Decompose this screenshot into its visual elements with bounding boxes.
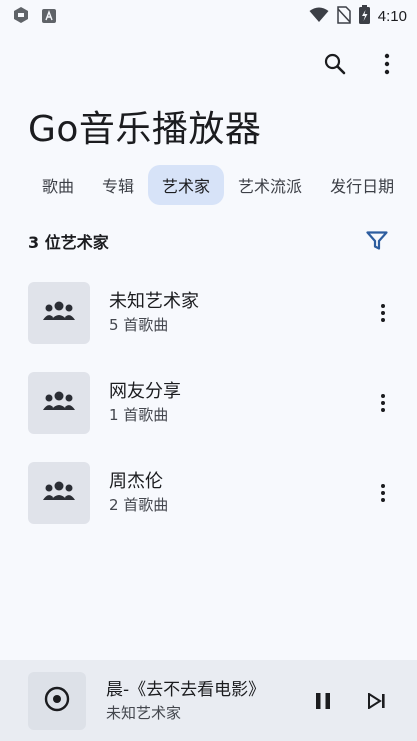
status-time: 4:10 bbox=[377, 8, 407, 25]
group-icon bbox=[42, 390, 76, 416]
more-vert-icon[interactable] bbox=[371, 48, 403, 80]
list-item[interactable]: 网友分享 1 首歌曲 bbox=[28, 372, 399, 434]
tab-songs[interactable]: 歌曲 bbox=[28, 165, 88, 205]
filter-icon[interactable] bbox=[361, 225, 393, 257]
avatar bbox=[28, 462, 90, 524]
count-row: 3 位艺术家 bbox=[28, 228, 393, 254]
category-tabs: 歌曲 专辑 艺术家 艺术流派 发行日期 bbox=[28, 163, 408, 207]
list-item[interactable]: 未知艺术家 5 首歌曲 bbox=[28, 282, 399, 344]
group-icon bbox=[42, 300, 76, 326]
tab-genres[interactable]: 艺术流派 bbox=[224, 165, 316, 205]
artist-name: 网友分享 bbox=[109, 381, 181, 402]
screen: 4:10 Go音乐播放器 歌曲 专辑 艺术家 艺术流派 发行日期 3 位艺术家 bbox=[0, 0, 417, 741]
artist-count-label: 3 位艺术家 bbox=[28, 233, 109, 252]
now-playing-title: 晨-《去不去看电影》 bbox=[106, 679, 266, 700]
tab-artists[interactable]: 艺术家 bbox=[148, 165, 225, 205]
tab-release-date[interactable]: 发行日期 bbox=[316, 165, 408, 205]
accessibility-a-icon bbox=[42, 8, 56, 27]
album-art bbox=[28, 671, 86, 730]
app-notification-icon bbox=[12, 6, 30, 28]
more-vert-icon[interactable] bbox=[367, 297, 399, 329]
top-actions bbox=[319, 48, 403, 80]
now-playing-artist: 未知艺术家 bbox=[106, 703, 182, 722]
battery-charging-icon bbox=[358, 5, 370, 28]
artist-name: 未知艺术家 bbox=[109, 291, 199, 312]
disc-icon bbox=[44, 686, 70, 716]
no-sim-icon bbox=[337, 5, 351, 28]
avatar bbox=[28, 372, 90, 434]
tab-albums[interactable]: 专辑 bbox=[88, 165, 148, 205]
song-count: 1 首歌曲 bbox=[109, 406, 169, 424]
avatar bbox=[28, 282, 90, 344]
pause-icon[interactable] bbox=[307, 685, 339, 717]
wifi-icon bbox=[309, 7, 329, 27]
more-vert-icon[interactable] bbox=[367, 387, 399, 419]
song-count: 2 首歌曲 bbox=[109, 496, 169, 514]
skip-next-icon[interactable] bbox=[361, 685, 393, 717]
more-vert-icon[interactable] bbox=[367, 477, 399, 509]
song-count: 5 首歌曲 bbox=[109, 316, 169, 334]
artist-name: 周杰伦 bbox=[109, 471, 163, 492]
group-icon bbox=[42, 480, 76, 506]
status-bar: 4:10 bbox=[0, 0, 417, 30]
search-icon[interactable] bbox=[319, 48, 351, 80]
app-title: Go音乐播放器 bbox=[28, 109, 262, 150]
mini-player[interactable]: 晨-《去不去看电影》 未知艺术家 bbox=[0, 660, 417, 741]
artist-list: 未知艺术家 5 首歌曲 网友分享 1 首歌曲 周杰伦 2 首歌曲 bbox=[28, 282, 399, 552]
list-item[interactable]: 周杰伦 2 首歌曲 bbox=[28, 462, 399, 524]
